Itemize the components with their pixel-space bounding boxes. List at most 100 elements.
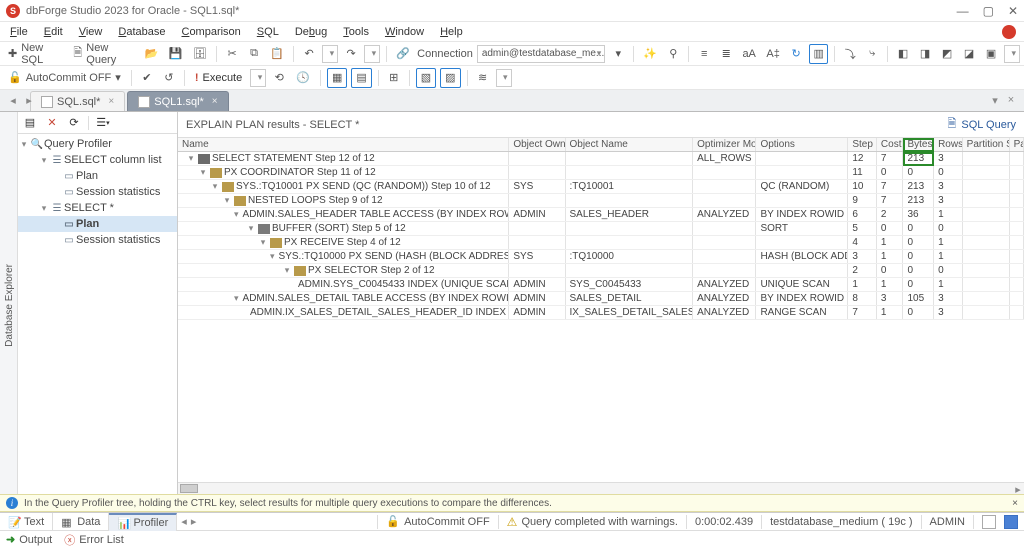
tool-wand-button[interactable]: ✨ (640, 44, 660, 64)
tab-close-icon[interactable]: × (212, 96, 218, 107)
col-header[interactable]: Optimizer Mode (693, 138, 756, 152)
plan-grid[interactable]: NameObject OwnerObject NameOptimizer Mod… (178, 138, 1024, 320)
grid1-button[interactable]: ▦ (327, 68, 347, 88)
delete-icon[interactable]: ✕ (44, 115, 60, 131)
redo-button[interactable]: ↷ (342, 44, 360, 64)
undo-history-combo[interactable] (322, 45, 338, 63)
paste-button[interactable]: 📋 (267, 44, 287, 64)
col-header[interactable]: Bytes (903, 138, 934, 152)
table-row[interactable]: ▾NESTED LOOPS Step 9 of 12972133 (178, 194, 1024, 208)
table-row[interactable]: ▾PX COORDINATOR Step 11 of 1211000 (178, 166, 1024, 180)
maximize-button[interactable]: ▢ (983, 4, 994, 18)
table-row[interactable]: ▾SYS.:TQ10001 PX SEND (QC (RANDOM)) Step… (178, 180, 1024, 194)
tree-node[interactable]: ▭Plan (18, 216, 177, 232)
bp1-button[interactable]: ◧ (894, 44, 912, 64)
autocommit-toggle[interactable]: 🔓 AutoCommit OFF ▾ (4, 68, 125, 88)
step-into-button[interactable]: ⤷ (863, 44, 881, 64)
table-row[interactable]: ▾PX SELECTOR Step 2 of 122000 (178, 264, 1024, 278)
status-btn1[interactable] (982, 515, 996, 529)
status-btn2[interactable] (1004, 515, 1018, 529)
cut-button[interactable]: ✂ (223, 44, 241, 64)
close-button[interactable]: ✕ (1008, 4, 1018, 18)
connection-combo[interactable]: admin@testdatabase_me... (477, 45, 605, 63)
menu-help[interactable]: Help (434, 24, 469, 40)
bp5-button[interactable]: ▣ (982, 44, 1000, 64)
align-top-button[interactable]: ≣ (717, 44, 735, 64)
conn-action-button[interactable]: ▾ (609, 44, 627, 64)
menu-comparison[interactable]: Comparison (175, 24, 246, 40)
col-header[interactable]: Name (178, 138, 509, 152)
columns-icon[interactable]: ☰▾ (95, 115, 111, 131)
sql-query-link[interactable]: 🗎 SQL Query (948, 115, 1016, 134)
output-tab[interactable]: ➜Output (6, 533, 52, 546)
new-query-button[interactable]: 🗎 New Query (69, 44, 137, 64)
scroll-thumb[interactable] (180, 484, 198, 493)
col-header[interactable]: Pa (1009, 138, 1023, 152)
table-row[interactable]: ▾SYS.:TQ10000 PX SEND (HASH (BLOCK ADDRE… (178, 250, 1024, 264)
btab-next[interactable]: ▸ (191, 515, 197, 528)
tree-root[interactable]: ▾🔍Query Profiler (18, 136, 177, 152)
tree-node[interactable]: ▾☰SELECT * (18, 200, 177, 216)
table-row[interactable]: ▾PX RECEIVE Step 4 of 124101 (178, 236, 1024, 250)
col-header[interactable]: Object Owner (509, 138, 565, 152)
menu-database[interactable]: Database (112, 24, 171, 40)
rail-db-explorer[interactable]: Database Explorer (2, 260, 17, 351)
tab-close-icon[interactable]: × (108, 96, 114, 107)
table-row[interactable]: ADMIN.SYS_C0045433 INDEX (UNIQUE SCAN) S… (178, 278, 1024, 292)
new-sql-button[interactable]: ✚ New SQL (4, 44, 65, 64)
save-button[interactable]: 💾 (166, 44, 186, 64)
profiler-tree[interactable]: ▾🔍Query Profiler▾☰SELECT column list ▭Pla… (18, 134, 177, 494)
error-list-tab[interactable]: ⓧError List (64, 532, 124, 548)
tab-nav-prev[interactable]: ◂ (6, 93, 20, 107)
bp4-button[interactable]: ◪ (960, 44, 978, 64)
menu-window[interactable]: Window (379, 24, 430, 40)
execute-combo[interactable] (250, 69, 266, 87)
undo-button[interactable]: ↶ (300, 44, 318, 64)
col-header[interactable]: Options (756, 138, 848, 152)
exec-cursor-button[interactable]: ⟲ (270, 68, 288, 88)
grid2-button[interactable]: ▤ (351, 68, 371, 88)
step-over-button[interactable]: ⤵ (841, 44, 859, 64)
fmt-combo[interactable] (496, 69, 512, 87)
col-header[interactable]: Partition Start (962, 138, 1009, 152)
menu-tools[interactable]: Tools (337, 24, 375, 40)
exec-stop-button[interactable]: 🕓 (292, 68, 314, 88)
bp3-button[interactable]: ◩ (938, 44, 956, 64)
filter-icon[interactable]: ▤ (22, 115, 38, 131)
execute-button[interactable]: ! Execute (191, 68, 246, 88)
btab-text[interactable]: 📝Text (0, 513, 53, 531)
bp-combo[interactable] (1004, 45, 1020, 63)
btab-prev[interactable]: ◂ (181, 515, 187, 528)
grid4-button[interactable]: ▧ (416, 68, 436, 88)
tool-wand2-button[interactable]: ⚲ (664, 44, 682, 64)
col-header[interactable]: Cost (876, 138, 903, 152)
redo-history-combo[interactable] (364, 45, 380, 63)
case-button[interactable]: aA (739, 44, 759, 64)
bp2-button[interactable]: ◨ (916, 44, 934, 64)
tree-node[interactable]: ▾☰SELECT column list (18, 152, 177, 168)
refresh-button[interactable]: ↻ (787, 44, 805, 64)
tab-list-button[interactable]: ▾ (988, 93, 1002, 107)
table-row[interactable]: ▾BUFFER (SORT) Step 5 of 12SORT5000 (178, 222, 1024, 236)
copy-button[interactable]: ⧉ (245, 44, 263, 64)
menu-edit[interactable]: Edit (38, 24, 69, 40)
connect-icon[interactable]: 🔗 (393, 44, 413, 64)
menu-debug[interactable]: Debug (289, 24, 333, 40)
grid3-button[interactable]: ⊞ (385, 68, 403, 88)
grid5-button[interactable]: ▨ (440, 68, 460, 88)
layout-button[interactable]: ▥ (809, 44, 828, 64)
menu-view[interactable]: View (73, 24, 109, 40)
refresh-tree-icon[interactable]: ⟳ (66, 115, 82, 131)
table-row[interactable]: ▾ADMIN.SALES_HEADER TABLE ACCESS (BY IND… (178, 208, 1024, 222)
save-bundle-button[interactable]: 🗄 (190, 44, 210, 64)
table-row[interactable]: ▾ADMIN.SALES_DETAIL TABLE ACCESS (BY IND… (178, 292, 1024, 306)
tab-sql[interactable]: SQL.sql*× (30, 91, 125, 111)
btab-profiler[interactable]: 📊Profiler (109, 513, 177, 531)
fmt-button[interactable]: ≋ (474, 68, 492, 88)
tab-close-all-button[interactable]: × (1004, 93, 1018, 107)
plan-grid-wrapper[interactable]: NameObject OwnerObject NameOptimizer Mod… (178, 138, 1024, 482)
btab-data[interactable]: ▦Data (53, 513, 109, 531)
rollback-button[interactable]: ↺ (160, 68, 178, 88)
horizontal-scrollbar[interactable]: ◂ ▸ (178, 482, 1024, 494)
case-at-button[interactable]: A‡ (763, 44, 783, 64)
